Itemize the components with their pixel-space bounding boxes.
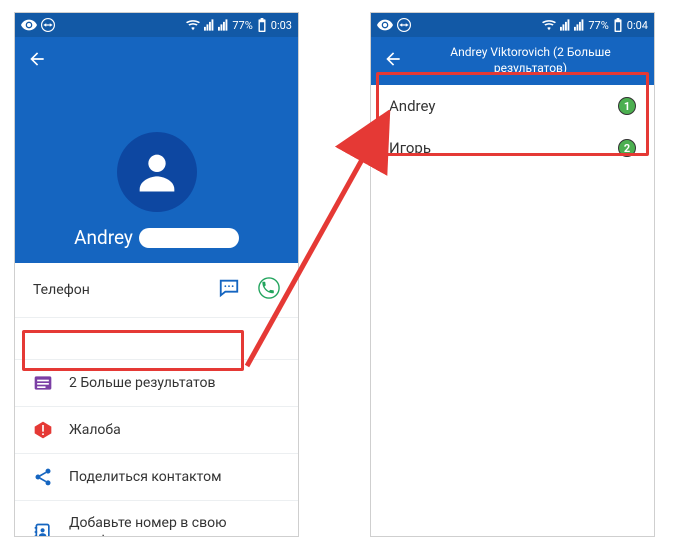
clock-time: 0:04 xyxy=(627,19,648,32)
share-row[interactable]: Поделиться контактом xyxy=(15,454,298,501)
phone-screenshot-right: 77% 0:04 Andrey Viktorovich (2 Больше ре… xyxy=(370,12,655,537)
alert-icon xyxy=(33,420,53,440)
wifi-icon xyxy=(186,19,200,31)
add-to-book-label: Добавьте номер в свою телефонную книгу xyxy=(69,514,280,537)
avatar xyxy=(117,132,197,212)
result-row[interactable]: Игорь 2 xyxy=(371,127,654,169)
status-bar: 77% 0:04 xyxy=(371,13,654,37)
message-button[interactable] xyxy=(218,277,240,303)
complaint-row[interactable]: Жалоба xyxy=(15,407,298,454)
more-results-row[interactable]: 2 Больше результатов xyxy=(15,360,298,407)
redacted-surname xyxy=(139,228,239,248)
contact-name: Andrey xyxy=(74,226,133,249)
page-title: Andrey Viktorovich (2 Больше результатов… xyxy=(419,45,642,76)
complaint-label: Жалоба xyxy=(69,422,280,438)
spacer xyxy=(15,318,298,360)
signal-icon xyxy=(218,19,228,31)
eye-icon xyxy=(377,19,393,31)
teamviewer-icon xyxy=(397,18,411,32)
contact-header: Andrey xyxy=(15,85,298,263)
status-bar: 77% 0:03 xyxy=(15,13,298,37)
call-button[interactable] xyxy=(258,277,280,303)
battery-percent: 77% xyxy=(232,19,252,32)
battery-icon xyxy=(613,18,623,32)
battery-icon xyxy=(257,18,267,32)
list-icon xyxy=(33,373,53,393)
signal-icon xyxy=(560,19,570,31)
annotation-badge: 1 xyxy=(618,97,636,115)
result-name: Andrey xyxy=(389,97,435,115)
signal-icon xyxy=(204,19,214,31)
wifi-icon xyxy=(542,19,556,31)
arrow-left-icon xyxy=(383,49,403,69)
contacts-icon xyxy=(33,522,53,537)
add-to-book-row[interactable]: Добавьте номер в свою телефонную книгу xyxy=(15,501,298,537)
battery-percent: 77% xyxy=(588,19,608,32)
phone-screenshot-left: 77% 0:03 Andrey Телефон xyxy=(14,12,299,537)
more-results-label: 2 Больше результатов xyxy=(69,375,280,391)
phone-icon xyxy=(258,277,280,299)
share-icon xyxy=(33,467,53,487)
annotation-badge: 2 xyxy=(618,139,636,157)
person-icon xyxy=(131,146,183,198)
back-button[interactable] xyxy=(383,49,403,73)
share-label: Поделиться контактом xyxy=(69,469,280,485)
chat-icon xyxy=(218,277,240,299)
result-name: Игорь xyxy=(389,139,431,157)
eye-icon xyxy=(21,19,37,31)
phone-label: Телефон xyxy=(33,282,218,298)
clock-time: 0:03 xyxy=(271,19,292,32)
app-bar xyxy=(15,37,298,85)
arrow-left-icon xyxy=(27,49,47,69)
app-bar: Andrey Viktorovich (2 Больше результатов… xyxy=(371,37,654,85)
signal-icon xyxy=(574,19,584,31)
teamviewer-icon xyxy=(41,18,55,32)
back-button[interactable] xyxy=(27,49,47,73)
phone-row[interactable]: Телефон xyxy=(15,263,298,318)
result-row[interactable]: Andrey 1 xyxy=(371,85,654,127)
